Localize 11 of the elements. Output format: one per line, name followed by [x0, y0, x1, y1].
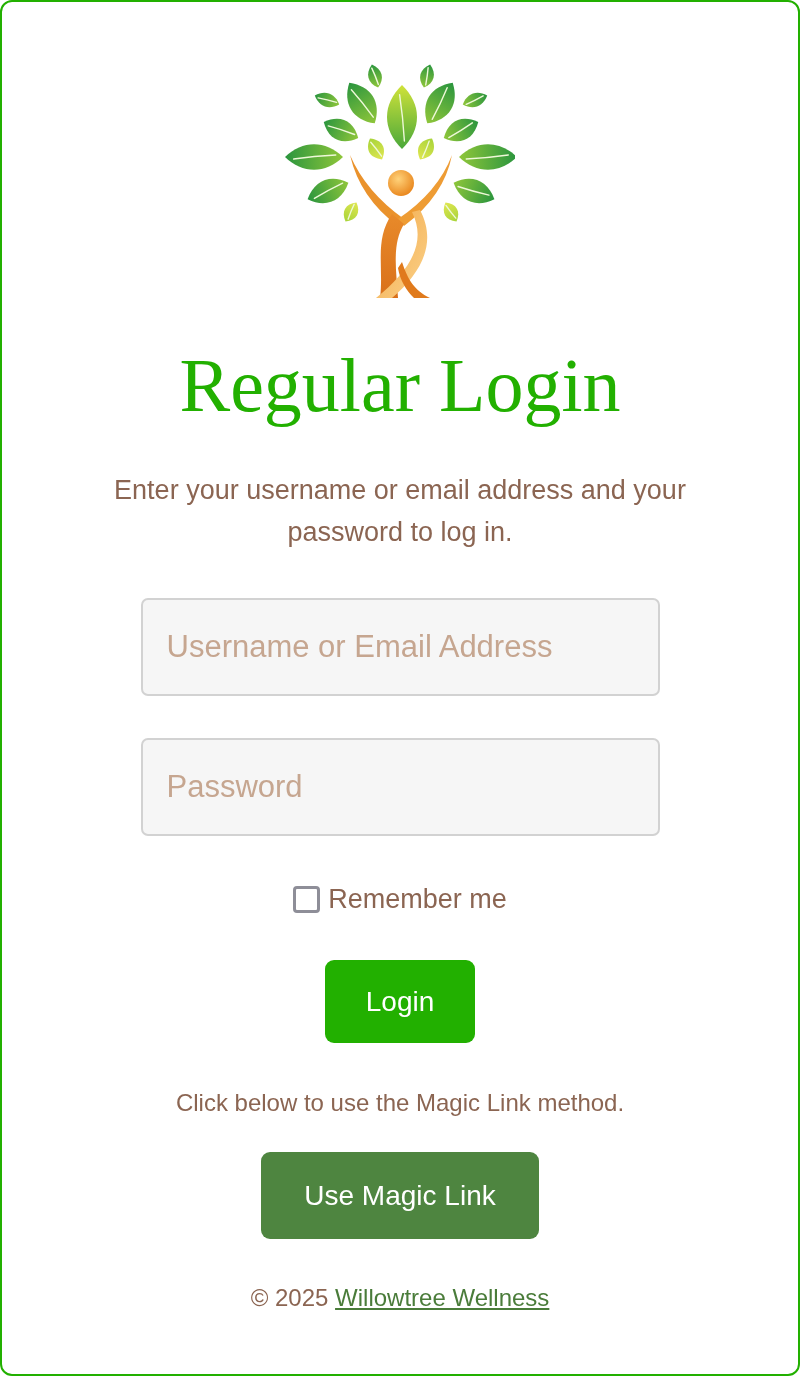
- magic-link-text: Click below to use the Magic Link method.: [175, 1088, 625, 1118]
- remember-checkbox[interactable]: [293, 885, 321, 913]
- password-field[interactable]: Password: [140, 738, 660, 836]
- login-button[interactable]: Login: [325, 960, 475, 1043]
- intro-text: Enter your username or email address and your password to log in.: [113, 474, 687, 549]
- page-title: Regular Login: [179, 345, 621, 425]
- username-field[interactable]: Username or Email Address: [140, 598, 660, 696]
- magic-link-button[interactable]: Use Magic Link: [261, 1152, 539, 1239]
- remember-label[interactable]: Remember me: [328, 883, 507, 915]
- copyright-text: © 2025 Willowtree Wellness: [250, 1283, 550, 1313]
- company-link[interactable]: Willowtree Wellness: [335, 1284, 550, 1311]
